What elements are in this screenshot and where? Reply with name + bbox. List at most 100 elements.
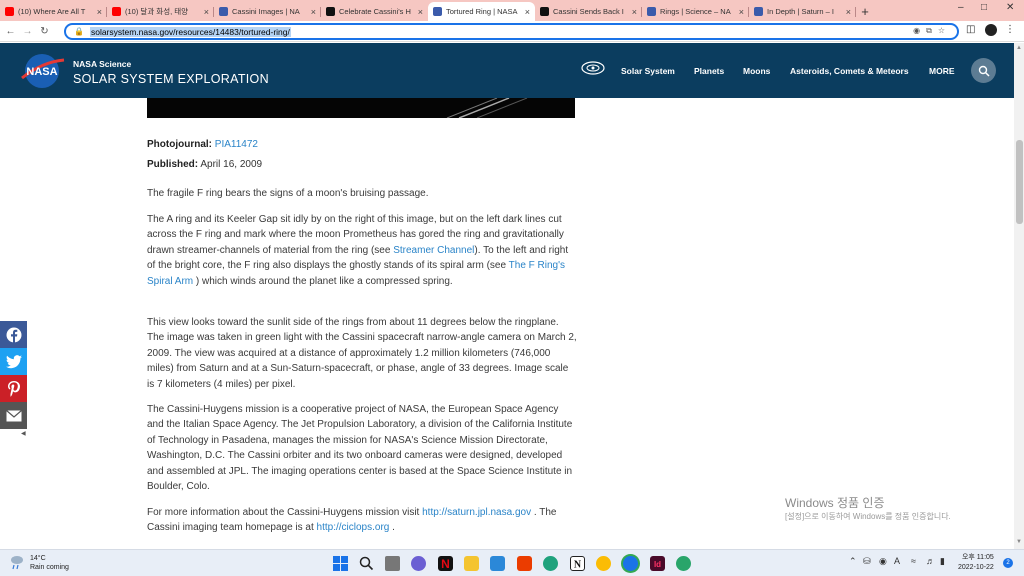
back-icon[interactable]: ←	[4, 26, 17, 37]
reload-icon[interactable]: ↻	[38, 26, 51, 37]
menu-icon[interactable]: ⋮	[1005, 24, 1015, 35]
lock-icon[interactable]: 🔒	[74, 27, 84, 36]
saturn-jpl-link[interactable]: http://saturn.jpl.nasa.gov	[422, 507, 531, 518]
nav-asteroids-comets-meteors[interactable]: Asteroids, Comets & Meteors	[790, 66, 909, 76]
paragraph-more-info: For more information about the Cassini-H…	[147, 505, 577, 536]
tab-favicon-icon	[647, 7, 656, 16]
svg-text:N: N	[441, 557, 450, 571]
published-meta: Published: April 16, 2009	[147, 159, 262, 170]
notion-icon[interactable]: N	[570, 556, 585, 571]
page-scrollbar[interactable]: ▲ ▼	[1014, 43, 1024, 549]
chrome-icon[interactable]	[596, 556, 611, 571]
scroll-down-icon[interactable]: ▼	[1016, 539, 1022, 545]
minimize-icon[interactable]: –	[958, 2, 964, 13]
browser-tab[interactable]: Tortured Ring | NASA ×	[428, 2, 535, 21]
scroll-thumb[interactable]	[1016, 140, 1023, 224]
ime-indicator[interactable]: A	[894, 556, 900, 566]
taskbar-search-icon[interactable]	[359, 556, 374, 571]
published-label: Published:	[147, 159, 199, 170]
nav-solar-system[interactable]: Solar System	[621, 66, 675, 76]
browser-tab[interactable]: Rings | Science – NA ×	[642, 2, 749, 21]
tab-favicon-icon	[326, 7, 335, 16]
tab-title: Cassini Images | NA	[232, 7, 300, 16]
side-panel-icon[interactable]: ◫	[966, 24, 975, 35]
share-email-button[interactable]	[0, 402, 27, 429]
address-toolbar: ← → ↻ 🔒 solarsystem.nasa.gov/resources/1…	[0, 21, 1024, 42]
tray-app-icon[interactable]: ⛁	[863, 556, 871, 567]
browser-tab[interactable]: Celebrate Cassini's H ×	[321, 2, 428, 21]
tab-title: Celebrate Cassini's H	[339, 7, 411, 16]
tab-close-icon[interactable]: ×	[204, 7, 209, 17]
ciclops-link[interactable]: http://ciclops.org	[317, 522, 390, 533]
tab-favicon-icon	[754, 7, 763, 16]
tab-close-icon[interactable]: ×	[97, 7, 102, 17]
volume-icon[interactable]: ♬	[926, 556, 935, 566]
line-messenger-icon[interactable]	[676, 556, 691, 571]
office-icon[interactable]	[517, 556, 532, 571]
nasa-logo-text: NASA	[26, 66, 57, 78]
tab-title: (10) 달과 화성, 태양	[125, 7, 189, 16]
site-search-button[interactable]	[971, 58, 996, 83]
maximize-icon[interactable]: □	[981, 2, 987, 13]
windows-taskbar: 14°C Rain coming N N Id ⌃ ⛁ ◉ A ≈ ♬ ▮ 오후…	[0, 549, 1024, 576]
streamer-channel-link[interactable]: Streamer Channel	[393, 245, 474, 256]
chat-icon[interactable]	[411, 556, 426, 571]
activation-watermark-subtitle: [설정]으로 이동하여 Windows를 정품 인증합니다.	[785, 512, 951, 521]
nasa-logo[interactable]: NASA	[20, 52, 65, 90]
solar-system-orbit-icon[interactable]	[580, 59, 606, 77]
photojournal-meta: Photojournal: PIA11472	[147, 139, 258, 150]
tray-overflow-icon[interactable]: ⌃	[849, 556, 857, 567]
address-bar[interactable]: 🔒 solarsystem.nasa.gov/resources/14483/t…	[64, 23, 959, 40]
browser-tab[interactable]: In Depth | Saturn – I ×	[749, 2, 856, 21]
indesign-icon[interactable]: Id	[650, 556, 665, 571]
mail-icon[interactable]	[490, 556, 505, 571]
collapse-share-icon[interactable]: ◀	[21, 430, 26, 437]
file-explorer-icon[interactable]	[464, 556, 479, 571]
tray-network-status-icon[interactable]: ◉	[879, 556, 887, 567]
profile-avatar[interactable]	[985, 24, 997, 39]
clock-time: 오후 11:05	[961, 554, 994, 561]
close-window-icon[interactable]: ✕	[1006, 2, 1014, 13]
tab-title: (10) Where Are All T	[18, 7, 86, 16]
tab-close-icon[interactable]: ×	[418, 7, 423, 17]
share-twitter-button[interactable]	[0, 348, 27, 375]
start-windows-icon[interactable]	[333, 556, 348, 571]
nav-moons[interactable]: Moons	[743, 66, 770, 76]
tab-title: In Depth | Saturn – I	[767, 7, 834, 16]
tab-close-icon[interactable]: ×	[525, 7, 530, 17]
battery-icon[interactable]: ▮	[940, 556, 945, 567]
omnibox-actions[interactable]: ◉⧉☆	[913, 26, 951, 36]
wifi-icon[interactable]: ≈	[911, 556, 916, 566]
new-tab-button[interactable]: +	[856, 2, 874, 21]
system-clock[interactable]: 오후 11:05 2022-10-22	[958, 553, 994, 573]
weather-temp: 14°C	[30, 555, 46, 562]
share-facebook-button[interactable]	[0, 321, 27, 348]
nav-more[interactable]: MORE	[929, 66, 955, 76]
chrome-active-icon[interactable]	[623, 556, 638, 571]
url-text[interactable]: solarsystem.nasa.gov/resources/14483/tor…	[89, 26, 291, 37]
brand-small-text[interactable]: NASA Science	[73, 59, 131, 69]
share-pinterest-button[interactable]	[0, 375, 27, 402]
nav-planets[interactable]: Planets	[694, 66, 724, 76]
browser-tab[interactable]: (10) Where Are All T ×	[0, 2, 107, 21]
paragraph-intro: The fragile F ring bears the signs of a …	[147, 188, 429, 199]
p5-text-c: .	[389, 522, 395, 534]
netflix-icon[interactable]: N	[438, 556, 453, 571]
tortured-ring-image[interactable]	[147, 98, 575, 118]
browser-tab[interactable]: Cassini Sends Back I ×	[535, 2, 642, 21]
tab-close-icon[interactable]: ×	[311, 7, 316, 17]
svg-text:N: N	[574, 560, 582, 571]
forward-icon[interactable]: →	[21, 26, 34, 37]
tab-close-icon[interactable]: ×	[632, 7, 637, 17]
tab-close-icon[interactable]: ×	[846, 7, 851, 17]
photojournal-link[interactable]: PIA11472	[215, 139, 258, 150]
browser-tab[interactable]: (10) 달과 화성, 태양 ×	[107, 2, 214, 21]
task-view-icon[interactable]	[385, 556, 400, 571]
weather-widget[interactable]: 14°C Rain coming	[10, 554, 69, 572]
brand-title[interactable]: SOLAR SYSTEM EXPLORATION	[73, 72, 269, 86]
edge-icon[interactable]	[543, 556, 558, 571]
tab-close-icon[interactable]: ×	[739, 7, 744, 17]
scroll-up-icon[interactable]: ▲	[1016, 45, 1022, 51]
notification-badge[interactable]: 2	[1003, 558, 1013, 568]
browser-tab[interactable]: Cassini Images | NA ×	[214, 2, 321, 21]
